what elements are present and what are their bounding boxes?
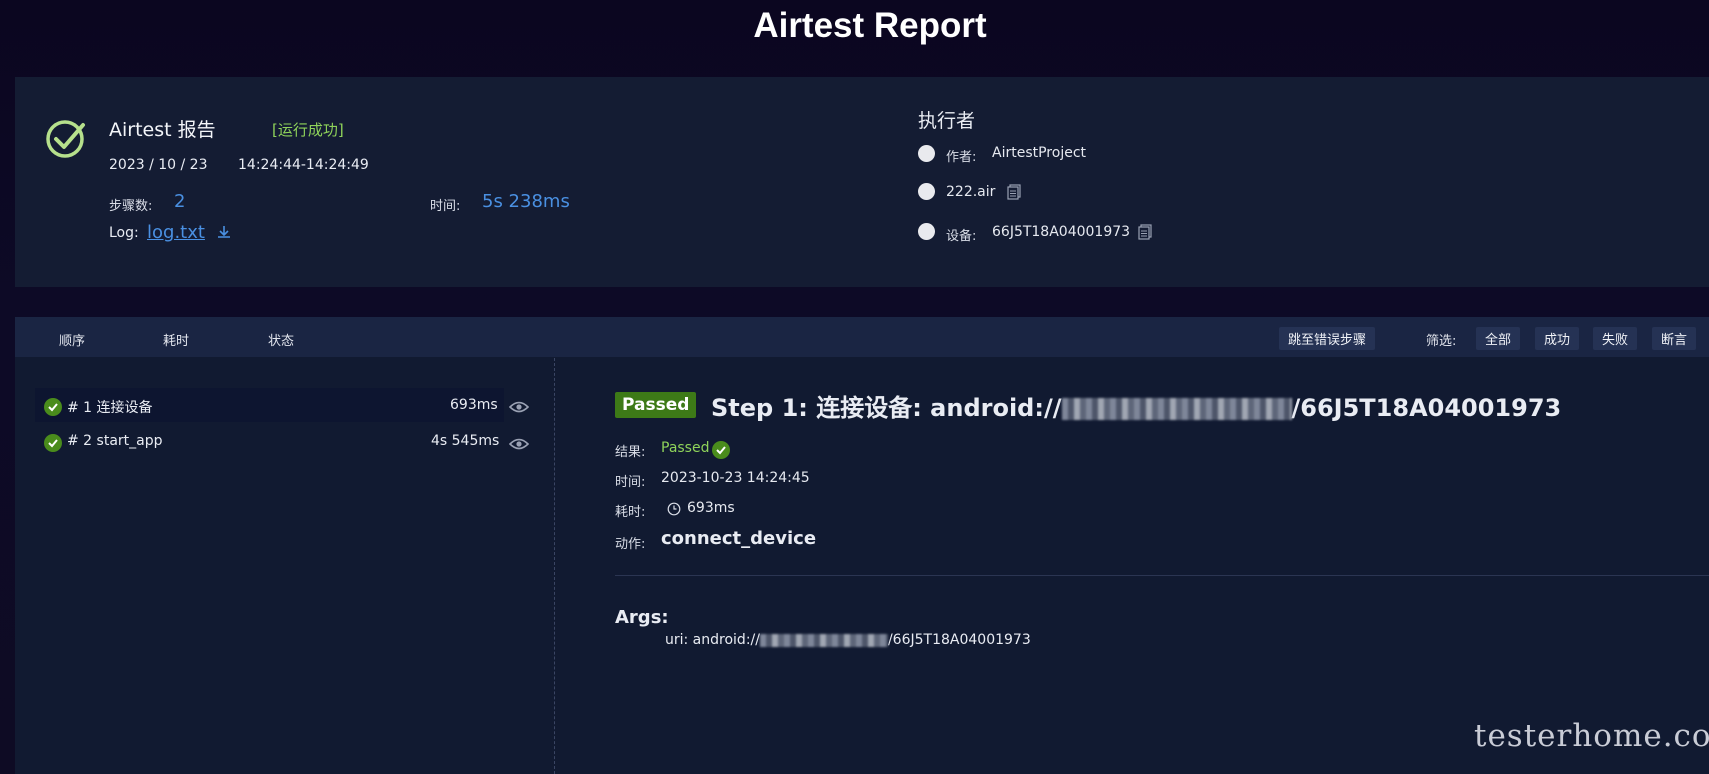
filter-all-button[interactable]: 全部 xyxy=(1476,327,1521,350)
copy-device-icon[interactable] xyxy=(1138,224,1152,240)
steps-count-label: 步骤数: xyxy=(109,199,153,214)
device-label: 设备: xyxy=(946,229,977,244)
redacted-arg-address xyxy=(759,633,888,647)
step-title-prefix: Step 1: 连接设备: android:// xyxy=(711,394,1062,422)
filter-fail-button[interactable]: 失败 xyxy=(1593,327,1638,350)
report-time-range: 14:24:44-14:24:49 xyxy=(238,157,369,173)
watermark: testerhome.com xyxy=(1474,718,1709,754)
run-status: [运行成功] xyxy=(272,121,344,139)
log-link[interactable]: log.txt xyxy=(147,222,205,243)
step-title-suffix: /66J5T18A04001973 xyxy=(1291,394,1562,422)
redacted-address xyxy=(1061,398,1292,420)
step-1-pass-icon xyxy=(44,398,62,416)
step-1-time: 693ms xyxy=(450,397,498,413)
step-1-eye-icon[interactable] xyxy=(509,400,529,414)
detail-divider xyxy=(615,575,1709,576)
result-value: Passed xyxy=(661,440,710,456)
report-title: Airtest 报告 xyxy=(109,119,216,141)
sort-order-button[interactable]: 顺序 xyxy=(59,330,85,349)
executor-heading: 执行者 xyxy=(918,110,976,132)
arg-uri-suffix: /66J5T18A04001973 xyxy=(887,632,1031,648)
filter-success-button[interactable]: 成功 xyxy=(1535,327,1580,350)
log-label: Log: xyxy=(109,225,139,241)
step-2-eye-icon[interactable] xyxy=(509,437,529,451)
cost-value: 693ms xyxy=(687,500,735,516)
time-label: 时间: xyxy=(615,475,646,490)
arg-uri-prefix: uri: android:// xyxy=(665,632,760,648)
args-heading: Args: xyxy=(615,607,669,628)
clock-icon xyxy=(667,502,681,516)
filter-assert-button[interactable]: 断言 xyxy=(1652,327,1697,350)
jump-error-button[interactable]: 跳至错误步骤 xyxy=(1279,327,1376,350)
duration-label: 时间: xyxy=(430,199,461,214)
result-label: 结果: xyxy=(615,445,646,460)
cost-label: 耗时: xyxy=(615,505,646,520)
device-value: 66J5T18A04001973 xyxy=(992,224,1131,240)
sort-time-button[interactable]: 耗时 xyxy=(163,330,189,349)
device-dot-icon xyxy=(918,223,935,240)
action-label: 动作: xyxy=(615,537,646,552)
author-dot-icon xyxy=(918,145,935,162)
sort-status-button[interactable]: 状态 xyxy=(268,330,294,349)
step-2-time: 4s 545ms xyxy=(431,433,500,449)
page-title: Airtest Report xyxy=(753,6,987,45)
script-name: 222.air xyxy=(946,184,996,200)
time-value: 2023-10-23 14:24:45 xyxy=(661,470,810,486)
summary-panel xyxy=(15,77,1709,287)
author-label: 作者: xyxy=(946,150,977,165)
author-value: AirtestProject xyxy=(992,145,1087,161)
step-2-label: # 2 start_app xyxy=(67,433,163,449)
duration-value: 5s 238ms xyxy=(482,191,570,212)
passed-badge: Passed xyxy=(615,392,697,418)
script-dot-icon xyxy=(918,183,935,200)
step-1-label: # 1 连接设备 xyxy=(67,400,153,416)
step-2-pass-icon xyxy=(44,434,62,452)
download-icon[interactable] xyxy=(216,224,232,240)
arg-uri: uri: android:// /66J5T18A04001973 xyxy=(665,632,1031,648)
action-value: connect_device xyxy=(661,528,817,549)
success-check-icon xyxy=(46,120,85,158)
steps-count-value: 2 xyxy=(174,191,186,212)
filter-label: 筛选: xyxy=(1426,334,1457,349)
steps-panel xyxy=(15,317,1709,774)
result-pass-icon xyxy=(712,441,730,459)
step-detail-title: Step 1: 连接设备: android:// /66J5T18A0400197… xyxy=(711,388,1561,423)
panel-divider xyxy=(554,358,555,774)
report-date: 2023 / 10 / 23 xyxy=(109,157,208,173)
copy-script-icon[interactable] xyxy=(1007,184,1021,200)
